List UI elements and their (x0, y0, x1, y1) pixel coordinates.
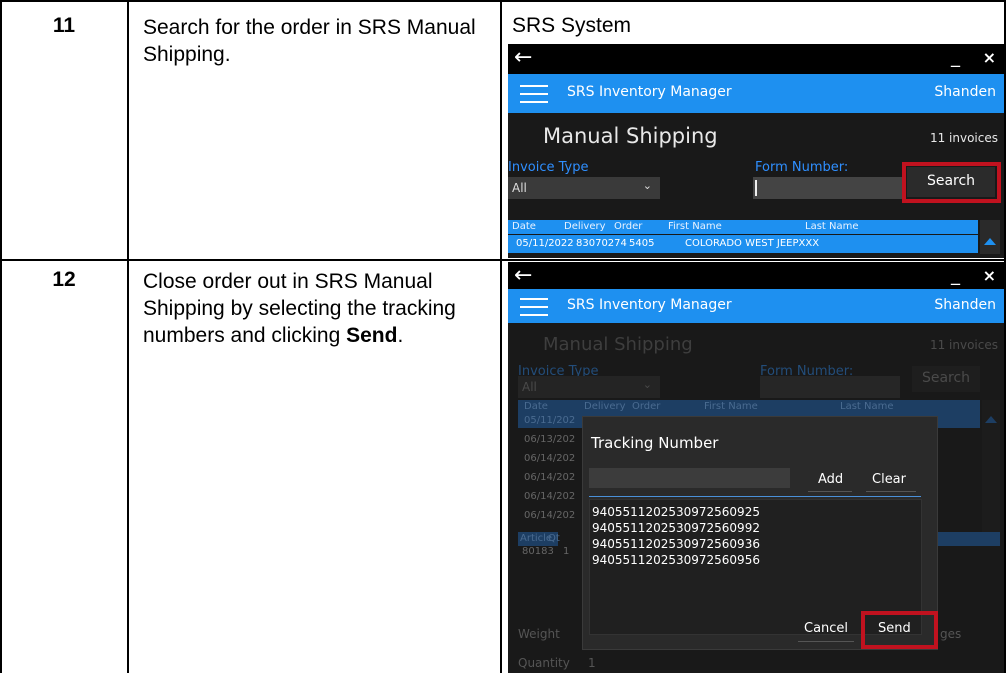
app-header-bar: SRS Inventory Manager Shanden (508, 74, 1004, 113)
grid-header-date: Date (512, 221, 536, 232)
invoice-count: 11 invoices (929, 338, 998, 352)
add-button-underline (808, 491, 852, 492)
hamburger-menu-icon[interactable] (520, 85, 548, 103)
row-date: 05/11/202 (524, 415, 576, 426)
detail-grid-header: Article Qt (518, 532, 560, 546)
grid-header-first-name: First Name (704, 401, 758, 412)
cancel-button[interactable]: Cancel (804, 621, 848, 636)
system-label: SRS System (512, 14, 632, 37)
detail-qty: 1 (563, 546, 570, 557)
table-left-border (0, 0, 2, 673)
grid-header-date: Date (524, 401, 548, 412)
minimize-button[interactable]: _ (951, 263, 960, 289)
chevron-down-icon: ⌄ (642, 179, 652, 192)
grid-header-last-name: Last Name (840, 401, 894, 412)
app-name: SRS Inventory Manager (567, 297, 732, 313)
table-row[interactable]: 05/11/2022 83070274 5405 COLORADO WEST J… (508, 235, 978, 253)
dialog-title: Tracking Number (591, 434, 719, 452)
grid-header-last-name: Last Name (805, 221, 859, 232)
grid-header: Date Delivery Order First Name Last Name (518, 400, 980, 414)
invoice-type-select[interactable]: All ⌄ (518, 376, 660, 398)
minimize-button[interactable]: _ (951, 45, 960, 71)
detail-row: 80183 1 (522, 546, 569, 557)
row-order: 5405 (629, 238, 655, 249)
srs-app-screenshot-search: ← _ × SRS Inventory Manager Shanden Manu… (508, 44, 1004, 258)
user-name[interactable]: Shanden (934, 84, 996, 100)
highlight-box (861, 611, 938, 649)
step-number: 11 (52, 14, 76, 37)
back-arrow-icon[interactable]: ← (514, 44, 532, 72)
list-item: 06/14/202 (524, 453, 576, 464)
grid-header-delivery: Delivery (564, 221, 606, 232)
form-number-label: Form Number: (755, 160, 849, 175)
table-top-border (0, 0, 1006, 2)
input-underline (589, 496, 921, 497)
table-column-divider-1 (127, 0, 129, 673)
invoice-type-value: All (522, 380, 537, 394)
page-title: Manual Shipping (543, 334, 693, 355)
grid-header-first-name: First Name (668, 221, 722, 232)
detail-grid-header-right (938, 532, 1000, 546)
invoice-type-value: All (512, 181, 527, 195)
close-button[interactable]: × (983, 264, 996, 288)
grid-header-delivery: Delivery (584, 401, 626, 412)
srs-app-screenshot-send: ← _ × SRS Inventory Manager Shanden Manu… (508, 262, 1004, 673)
clear-button[interactable]: Clear (872, 472, 906, 487)
table-row-divider (0, 259, 1006, 261)
highlight-box (902, 162, 1001, 203)
page-title: Manual Shipping (543, 124, 718, 148)
app-name: SRS Inventory Manager (567, 84, 732, 100)
text-cursor (755, 180, 757, 196)
instruction-text: . (397, 324, 404, 347)
instruction-text: Close order out in SRS Manual Shipping b… (143, 270, 456, 347)
list-item[interactable]: 9405511202530972560925 (590, 504, 921, 520)
clear-button-underline (866, 491, 916, 492)
scroll-up-icon[interactable] (984, 238, 996, 245)
quantity-value[interactable]: 1 (588, 656, 596, 670)
user-name[interactable]: Shanden (934, 297, 996, 313)
list-item: 06/14/202 (524, 472, 576, 483)
table-column-divider-2 (500, 0, 502, 673)
invoice-type-label: Invoice Type (508, 160, 589, 175)
close-button[interactable]: × (983, 46, 996, 70)
step-number: 12 (52, 268, 76, 291)
grid-header-order: Order (632, 401, 661, 412)
list-item[interactable]: 9405511202530972560992 (590, 520, 921, 536)
instruction-bold-text: Send (346, 324, 398, 347)
row-delivery: 83070274 (576, 238, 627, 249)
list-item: 06/13/202 (524, 434, 576, 445)
search-button[interactable]: Search (912, 366, 980, 392)
cancel-button-underline (798, 641, 854, 642)
list-item: 06/14/202 (524, 491, 576, 502)
grid-header-order: Order (614, 221, 643, 232)
add-button[interactable]: Add (818, 472, 843, 487)
scroll-up-icon[interactable] (985, 416, 997, 423)
ges-fragment: ges (940, 627, 962, 641)
invoice-type-select[interactable]: All ⌄ (508, 177, 660, 199)
step-instruction: Close order out in SRS Manual Shipping b… (143, 268, 488, 349)
title-bar: ← _ × (508, 44, 1004, 74)
invoice-count: 11 invoices (929, 131, 998, 145)
app-header-bar: SRS Inventory Manager Shanden (508, 289, 1004, 323)
quantity-label: Quantity (518, 656, 570, 670)
hamburger-menu-icon[interactable] (520, 298, 548, 316)
form-number-input[interactable] (753, 177, 903, 199)
form-number-input[interactable] (760, 376, 900, 398)
back-arrow-icon[interactable]: ← (514, 262, 532, 290)
list-item: 06/14/202 (524, 510, 576, 521)
scrollbar[interactable] (982, 400, 1000, 542)
title-bar: ← _ × (508, 262, 1004, 292)
weight-label: Weight (518, 627, 560, 641)
detail-header-qty: Qt (548, 533, 560, 544)
step-instruction: Search for the order in SRS Manual Shipp… (143, 16, 476, 66)
chevron-down-icon: ⌄ (642, 378, 652, 391)
tracking-number-input[interactable] (589, 468, 790, 488)
list-item[interactable]: 9405511202530972560936 (590, 536, 921, 552)
grid-header: Date Delivery Order First Name Last Name (508, 220, 978, 234)
detail-article: 80183 (522, 546, 554, 557)
list-item[interactable]: 9405511202530972560956 (590, 552, 921, 568)
row-name: COLORADO WEST JEEPXXX (685, 238, 820, 249)
row-date: 05/11/2022 (516, 238, 574, 249)
scrollbar[interactable] (980, 220, 1000, 254)
